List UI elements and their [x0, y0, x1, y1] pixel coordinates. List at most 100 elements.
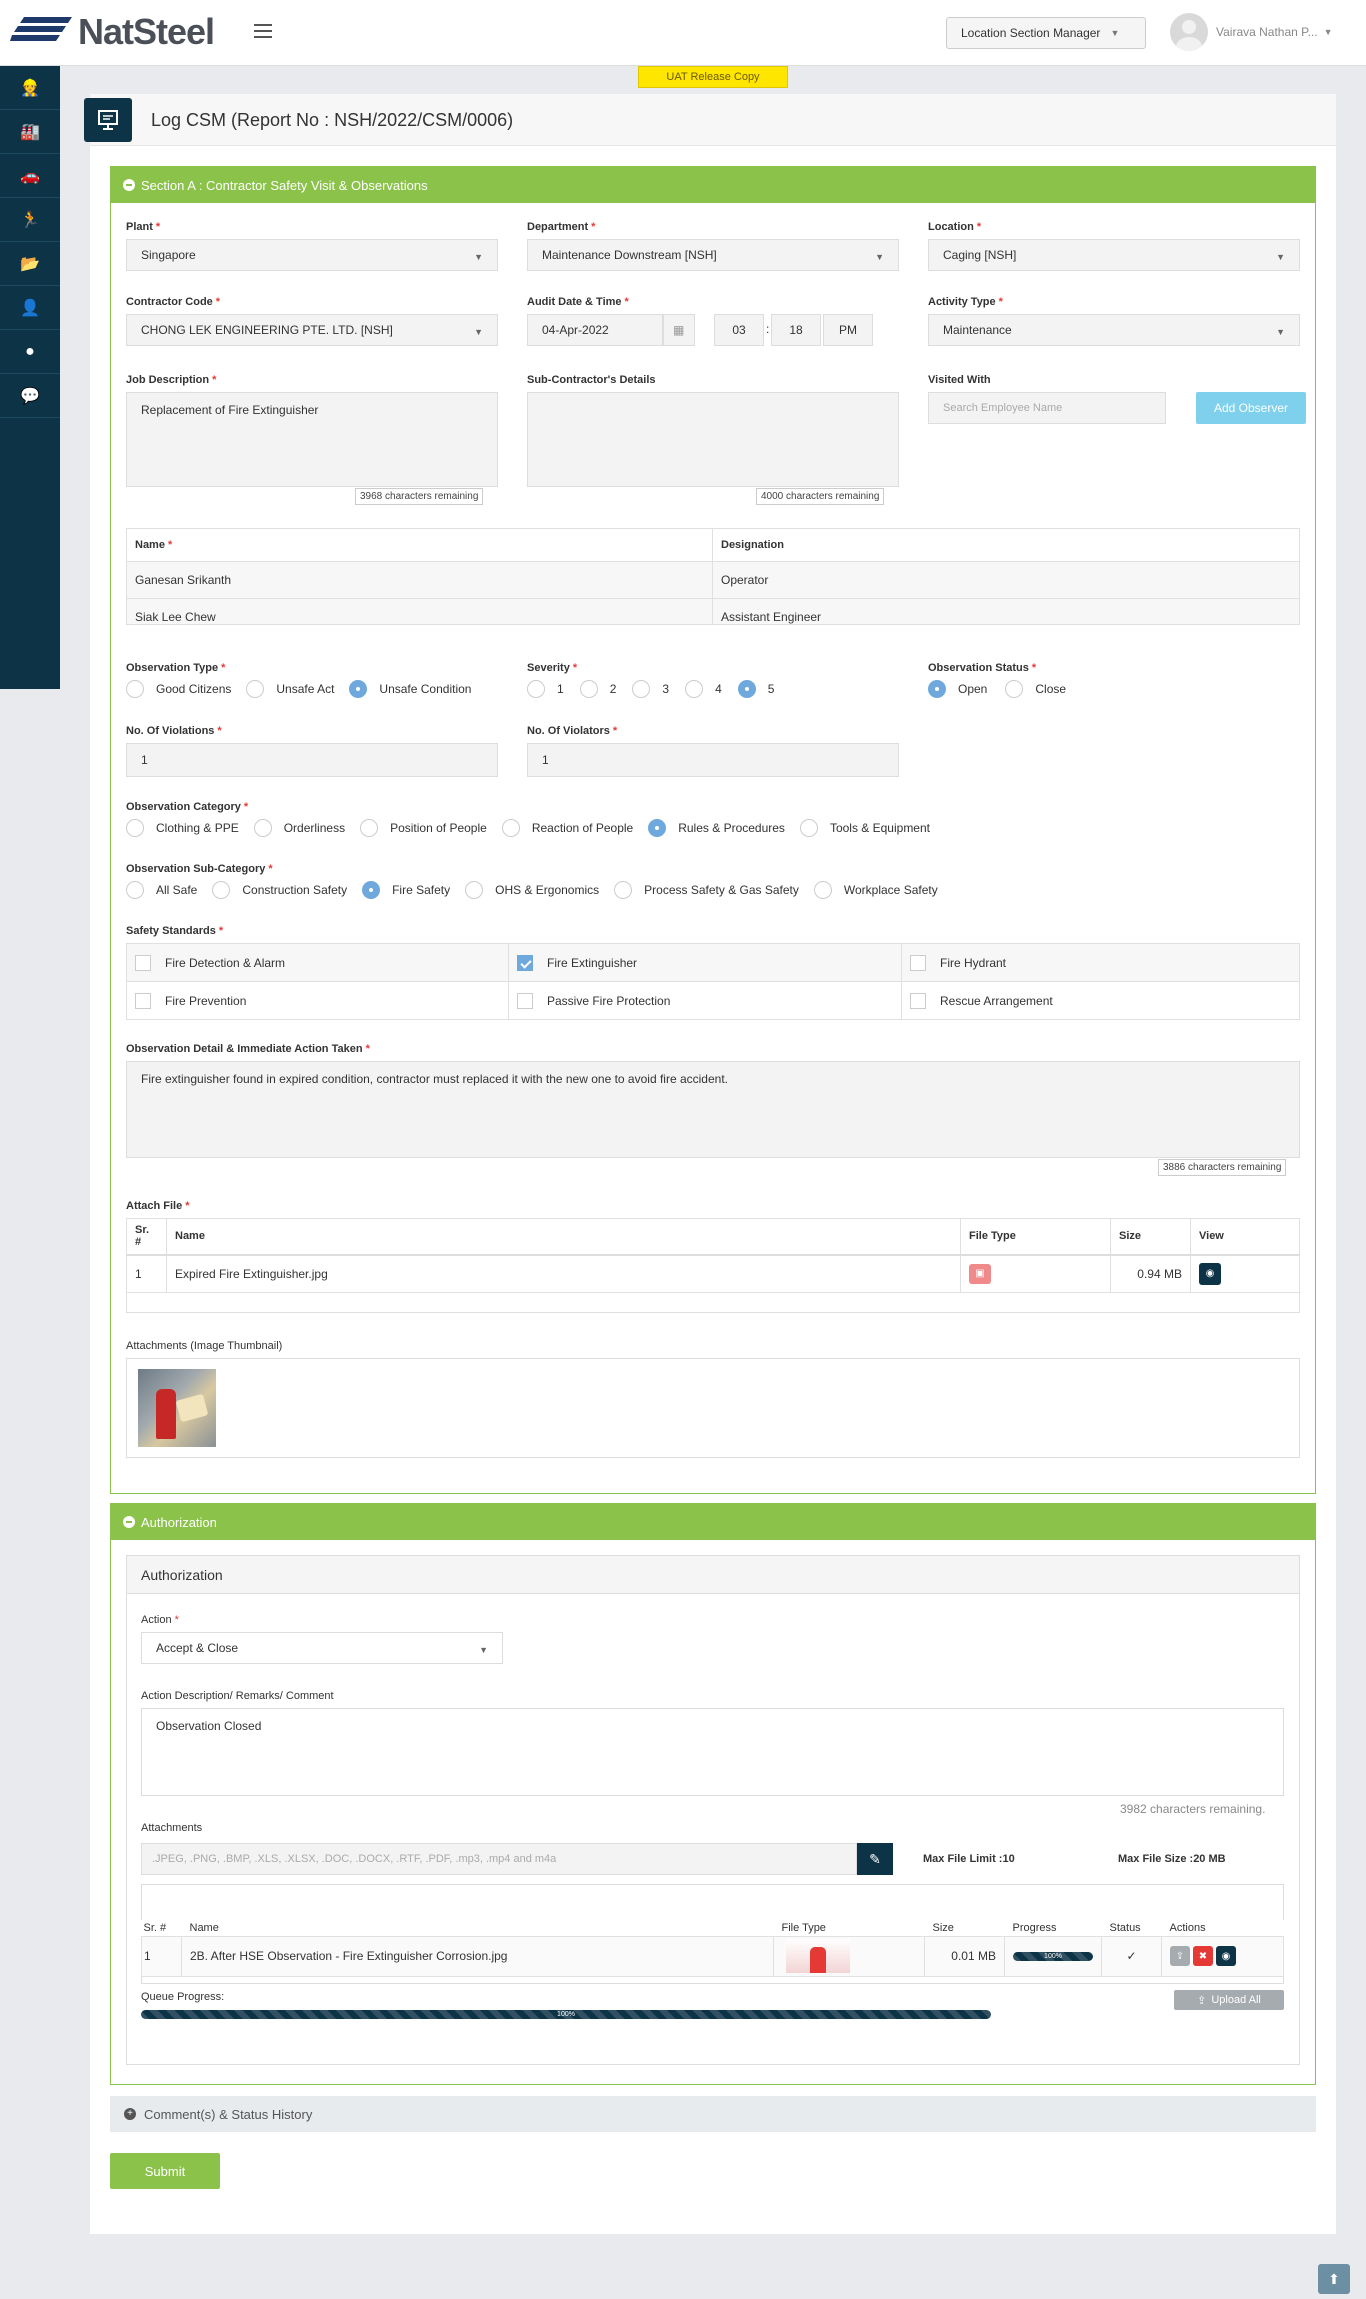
- trash-icon[interactable]: ✖: [1193, 1946, 1213, 1966]
- col-name: Name *: [126, 528, 713, 562]
- sidebar-item-contractor[interactable]: 👤: [0, 286, 60, 330]
- authorization-title: Authorization: [141, 1514, 217, 1530]
- avatar: [1170, 13, 1208, 51]
- checkbox-rescue-arrangement[interactable]: Rescue Arrangement: [901, 981, 1300, 1020]
- radio-workplace-safety[interactable]: Workplace Safety: [813, 881, 938, 899]
- radio-open[interactable]: Open: [928, 680, 987, 698]
- detail-label: Observation Detail & Immediate Action Ta…: [126, 1043, 370, 1055]
- calendar-icon[interactable]: ▦: [663, 314, 695, 346]
- file-upload-input[interactable]: .JPEG, .PNG, .BMP, .XLS, .XLSX, .DOC, .D…: [141, 1843, 857, 1875]
- category-label: Observation Category *: [126, 801, 249, 813]
- plant-select[interactable]: Singapore ▼: [126, 239, 498, 271]
- radio-severity-5[interactable]: 5: [737, 680, 774, 698]
- thumbnails-box: [126, 1358, 1300, 1458]
- eye-icon[interactable]: ◉: [1199, 1262, 1221, 1285]
- job-description-textarea[interactable]: Replacement of Fire Extinguisher: [126, 392, 498, 487]
- sidebar-item-activity[interactable]: 🏃: [0, 198, 60, 242]
- upload-icon: ⇪: [1197, 1994, 1207, 2007]
- queue-progress-bar: 100%: [141, 2010, 991, 2019]
- add-observer-button[interactable]: Add Observer: [1196, 392, 1306, 424]
- location-label: Location *: [928, 221, 982, 233]
- submit-button[interactable]: Submit: [110, 2153, 220, 2189]
- radio-close[interactable]: Close: [1005, 680, 1066, 698]
- checkbox-passive-fire-protection[interactable]: Passive Fire Protection: [508, 981, 902, 1020]
- section-a-header[interactable]: Section A : Contractor Safety Visit & Ob…: [111, 167, 1315, 203]
- sidebar-item-user-safety[interactable]: 👷: [0, 66, 60, 110]
- sidebar-item-health[interactable]: ●: [0, 330, 60, 374]
- location-select[interactable]: Caging [NSH] ▼: [928, 239, 1300, 271]
- contractor-select[interactable]: CHONG LEK ENGINEERING PTE. LTD. [NSH] ▼: [126, 314, 498, 346]
- radio-severity-3[interactable]: 3: [632, 680, 669, 698]
- sidebar-item-feedback[interactable]: 💬: [0, 374, 60, 418]
- department-select[interactable]: Maintenance Downstream [NSH] ▼: [527, 239, 899, 271]
- upload-queue-table: Sr. # Name File Type Size Progress Statu…: [141, 1920, 1284, 1977]
- collapse-icon: [123, 1516, 135, 1528]
- radio-unsafe-act[interactable]: Unsafe Act: [246, 680, 334, 698]
- remarks-textarea[interactable]: Observation Closed: [141, 1708, 1284, 1796]
- audit-date-input[interactable]: 04-Apr-2022: [527, 314, 663, 346]
- radio-construction-safety[interactable]: Construction Safety: [212, 881, 347, 899]
- caret-down-icon: ▼: [1276, 327, 1285, 337]
- file-preview-image[interactable]: [786, 1939, 850, 1973]
- audit-ampm-toggle[interactable]: PM: [823, 314, 873, 346]
- menu-toggle-icon[interactable]: [254, 24, 272, 38]
- sidebar-item-plant[interactable]: 🏭: [0, 110, 60, 154]
- radio-fire-safety[interactable]: Fire Safety: [362, 881, 450, 899]
- observers-table: Name * Designation Ganesan Srikanth Oper…: [126, 528, 1300, 625]
- radio-good-citizens[interactable]: Good Citizens: [126, 680, 231, 698]
- checkbox-fire-prevention[interactable]: Fire Prevention: [126, 981, 509, 1020]
- remarks-counter: 3982 characters remaining.: [1120, 1802, 1266, 1816]
- table-row[interactable]: Ganesan Srikanth Operator: [126, 561, 1300, 599]
- user-menu[interactable]: Vairava Nathan P... ▼: [1170, 13, 1333, 51]
- scroll-to-top-icon[interactable]: ⬆: [1318, 2264, 1350, 2294]
- severity-group: 1 2 3 4 5: [527, 680, 774, 698]
- factory-icon: 🏭: [20, 123, 40, 141]
- violators-input[interactable]: 1: [527, 743, 899, 777]
- max-file-limit: Max File Limit :10: [923, 1853, 1015, 1865]
- sidebar-item-documents[interactable]: 📂: [0, 242, 60, 286]
- authorization-header[interactable]: Authorization: [111, 1504, 1315, 1540]
- audit-hour-input[interactable]: 03: [714, 314, 764, 346]
- paperclip-icon[interactable]: ✎: [857, 1843, 893, 1875]
- natsteel-logo[interactable]: NatSteel: [10, 11, 215, 52]
- checkbox-fire-extinguisher[interactable]: Fire Extinguisher: [508, 943, 902, 982]
- table-row[interactable]: Siak Lee Chew Assistant Engineer: [126, 598, 1300, 625]
- audit-minute-input[interactable]: 18: [771, 314, 821, 346]
- checkbox-fire-detection[interactable]: Fire Detection & Alarm: [126, 943, 509, 982]
- subcontractor-textarea[interactable]: [527, 392, 899, 487]
- attach-table: Sr. # Name File Type Size View 1 Expired…: [126, 1218, 1300, 1313]
- radio-position-of-people[interactable]: Position of People: [360, 819, 487, 837]
- search-employee-input[interactable]: Search Employee Name: [928, 392, 1166, 424]
- radio-severity-4[interactable]: 4: [685, 680, 722, 698]
- max-file-size: Max File Size :20 MB: [1118, 1853, 1226, 1865]
- activity-select[interactable]: Maintenance ▼: [928, 314, 1300, 346]
- collapse-icon: [123, 179, 135, 191]
- role-dropdown[interactable]: Location Section Manager ▼: [946, 17, 1146, 49]
- sidebar-item-vehicles[interactable]: 🚗: [0, 154, 60, 198]
- radio-severity-1[interactable]: 1: [527, 680, 564, 698]
- violations-input[interactable]: 1: [126, 743, 498, 777]
- comments-history-toggle[interactable]: + Comment(s) & Status History: [110, 2096, 1316, 2132]
- eye-icon[interactable]: ◉: [1216, 1946, 1236, 1966]
- radio-clothing-ppe[interactable]: Clothing & PPE: [126, 819, 239, 837]
- radio-severity-2[interactable]: 2: [579, 680, 616, 698]
- radio-orderliness[interactable]: Orderliness: [253, 819, 345, 837]
- radio-process-gas-safety[interactable]: Process Safety & Gas Safety: [614, 881, 799, 899]
- radio-unsafe-condition[interactable]: Unsafe Condition: [349, 680, 471, 698]
- radio-tools-equipment[interactable]: Tools & Equipment: [799, 819, 930, 837]
- observation-detail-textarea[interactable]: Fire extinguisher found in expired condi…: [126, 1061, 1300, 1158]
- radio-reaction-of-people[interactable]: Reaction of People: [501, 819, 633, 837]
- fire-extinguisher-thumbnail[interactable]: [138, 1369, 216, 1447]
- radio-ohs-ergonomics[interactable]: OHS & Ergonomics: [465, 881, 599, 899]
- logo-stripes-icon: [10, 17, 72, 41]
- checkbox-fire-hydrant[interactable]: Fire Hydrant: [901, 943, 1300, 982]
- plant-label: Plant *: [126, 221, 161, 233]
- action-select[interactable]: Accept & Close ▼: [141, 1632, 503, 1664]
- radio-rules-procedures[interactable]: Rules & Procedures: [648, 819, 785, 837]
- comments-title: Comment(s) & Status History: [144, 2106, 313, 2122]
- upload-all-button[interactable]: ⇪ Upload All: [1174, 1990, 1284, 2010]
- upload-icon[interactable]: ⇪: [1170, 1946, 1190, 1966]
- subcontractor-counter: 4000 characters remaining: [756, 488, 885, 505]
- table-row: 1 2B. After HSE Observation - Fire Extin…: [141, 1935, 1284, 1977]
- radio-all-safe[interactable]: All Safe: [126, 881, 197, 899]
